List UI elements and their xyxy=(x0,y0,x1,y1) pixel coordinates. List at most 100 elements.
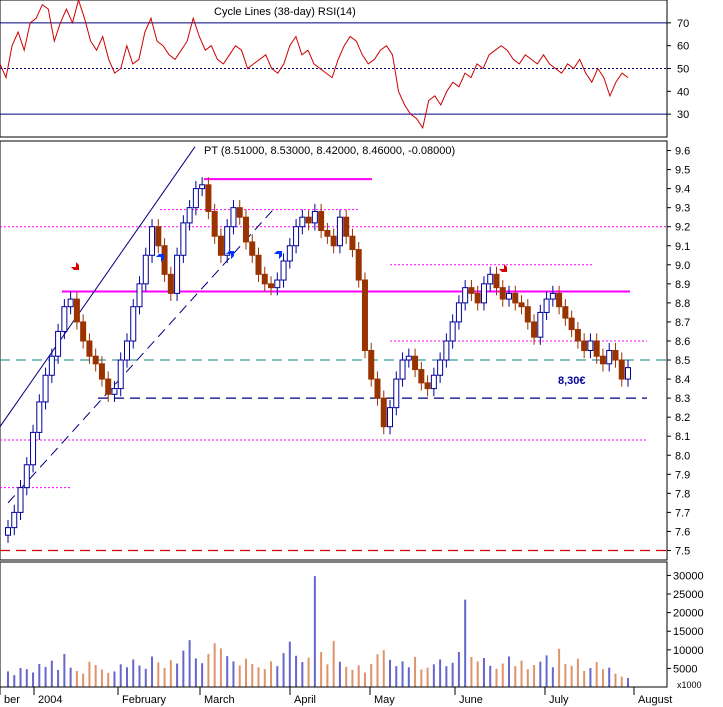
volume-tick-label: 20000 xyxy=(673,608,704,620)
candle-body xyxy=(537,311,544,338)
candle-body xyxy=(549,292,556,300)
price-tick-label: 8.8 xyxy=(675,298,690,310)
candle-body xyxy=(205,184,212,212)
candle-body xyxy=(5,527,11,536)
price-tick-label: 8.0 xyxy=(675,450,690,462)
rsi-title: Cycle Lines (38-day) RSI(14) xyxy=(214,6,356,18)
price-tick-label: 7.5 xyxy=(675,545,690,557)
candle-body xyxy=(405,355,412,361)
support-label: 8,30€ xyxy=(558,375,586,387)
candle-body xyxy=(11,511,18,529)
price-tick-label: 8.5 xyxy=(675,355,690,367)
candle-body xyxy=(418,369,425,384)
candle-body xyxy=(305,216,312,224)
candle-body xyxy=(42,374,49,403)
stock-chart: 30 40 50 60 70 7.5 7.6 7.7 7.8 7.9 8.0 8.1 8.2 8.3 8.… xyxy=(0,0,704,706)
volume-unit-label: x1000 xyxy=(677,680,702,690)
candle-body xyxy=(493,273,500,289)
candle-body xyxy=(568,317,575,331)
price-tick-label: 8.7 xyxy=(675,317,690,329)
candle-body xyxy=(286,245,293,262)
candle-body xyxy=(587,340,594,351)
price-tick-label: 8.3 xyxy=(675,393,690,405)
candle-body xyxy=(462,287,469,304)
price-title: PT (8.51000, 8.53000, 8.42000, 8.46000, … xyxy=(204,145,455,157)
candle-body xyxy=(474,292,481,304)
price-tick-label: 9.1 xyxy=(675,241,690,253)
candle-body xyxy=(36,401,43,433)
candle-body xyxy=(92,355,99,365)
rsi-panel: 30 40 50 60 70 xyxy=(0,0,689,138)
candle-body xyxy=(80,321,87,342)
candle-body xyxy=(199,184,206,190)
candle-body xyxy=(180,222,187,256)
rsi-tick-label: 60 xyxy=(677,41,689,53)
x-tick-label: March xyxy=(204,694,235,706)
candle-body xyxy=(111,388,118,395)
candle-body xyxy=(67,298,74,308)
price-tick-label: 7.7 xyxy=(675,507,690,519)
candle-body xyxy=(430,374,437,390)
price-tick-label: 9.3 xyxy=(675,203,690,215)
candle-body xyxy=(562,306,569,319)
price-tick-label: 8.2 xyxy=(675,412,690,424)
rsi-tick-label: 50 xyxy=(677,64,689,76)
candle-body xyxy=(242,216,249,243)
candle-body xyxy=(293,226,300,247)
price-tick-label: 8.1 xyxy=(675,431,690,443)
price-frame xyxy=(0,140,668,561)
x-tick-label: February xyxy=(122,694,167,706)
candle-body xyxy=(174,254,181,294)
candle-body xyxy=(255,254,262,275)
candle-body xyxy=(606,350,613,365)
x-tick-label: July xyxy=(549,694,569,706)
candle-body xyxy=(581,340,588,351)
candle-body xyxy=(117,359,124,390)
volume-tick-label: 10000 xyxy=(673,645,704,657)
x-tick-label: April xyxy=(294,694,316,706)
candle-body xyxy=(361,279,368,352)
candle-body xyxy=(86,340,93,357)
candle-body xyxy=(330,235,337,247)
price-tick-label: 7.8 xyxy=(675,488,690,500)
chart-window: 30 40 50 60 70 7.5 7.6 7.7 7.8 7.9 8.0 8.1 8.2 8.3 8.… xyxy=(0,0,723,707)
candle-body xyxy=(268,283,275,289)
candle-body xyxy=(224,226,231,256)
volume-tick-label: 5000 xyxy=(673,663,697,675)
x-tick-label: May xyxy=(374,694,395,706)
candle-body xyxy=(518,302,525,308)
candle-body xyxy=(380,397,387,428)
volume-tick-label: 25000 xyxy=(673,589,704,601)
candle-body xyxy=(55,330,62,357)
candle-body xyxy=(217,235,224,256)
candle-body xyxy=(468,287,475,294)
candle-body xyxy=(412,355,419,371)
candle-body xyxy=(455,302,462,323)
candle-body xyxy=(625,367,631,380)
candle-body xyxy=(599,355,606,365)
volume-tick-label: 30000 xyxy=(673,570,704,582)
candle-body xyxy=(130,306,137,342)
candle-body xyxy=(123,340,130,361)
candle-body xyxy=(349,235,356,251)
candle-body xyxy=(399,359,406,380)
candle-body xyxy=(324,230,331,237)
candle-body xyxy=(17,487,24,513)
price-tick-label: 8.9 xyxy=(675,279,690,291)
x-axis: ber 2004 February March April May June July Augu… xyxy=(0,686,672,706)
rsi-tick-label: 40 xyxy=(677,86,689,98)
candle-body xyxy=(480,283,487,304)
candle-body xyxy=(368,350,375,380)
x-tick-label: August xyxy=(638,694,672,706)
candle-body xyxy=(230,207,237,228)
candle-body xyxy=(249,241,256,256)
candle-body xyxy=(506,292,513,300)
candle-body xyxy=(192,188,199,209)
candle-body xyxy=(424,382,431,390)
candle-body xyxy=(61,306,68,332)
price-tick-label: 9.5 xyxy=(675,165,690,177)
candle-body xyxy=(512,292,519,304)
candle-body xyxy=(374,378,381,399)
rsi-tick-label: 70 xyxy=(677,18,689,30)
candle-body xyxy=(336,216,343,247)
